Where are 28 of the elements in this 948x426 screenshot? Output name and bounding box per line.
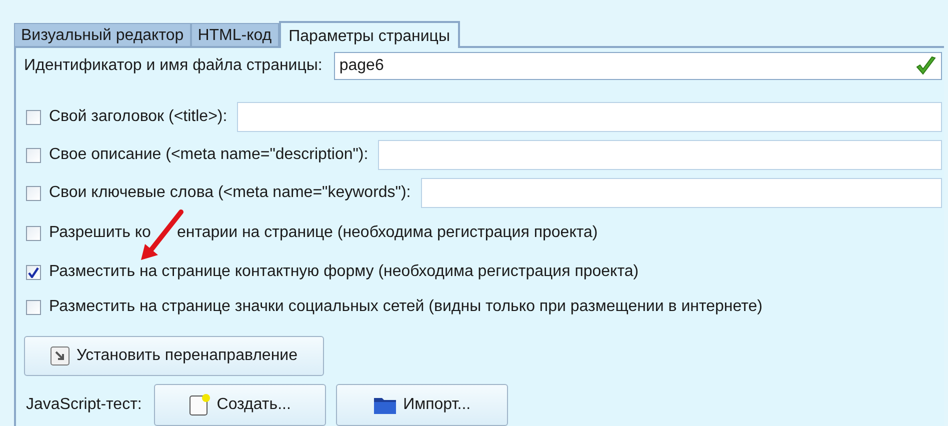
checkbox-label: Свое описание (<meta name="description"): <box>49 145 368 166</box>
checkbox[interactable] <box>26 226 41 241</box>
checkbox-label: Разместить на странице контактную форму (необходима регистрация проекта) <box>49 262 639 282</box>
checkbox-label: Разрешить ко <box>49 223 151 244</box>
folder-icon <box>373 395 398 415</box>
import-button[interactable]: Импорт... <box>336 384 508 426</box>
text-field[interactable] <box>378 140 942 170</box>
checkbox[interactable] <box>26 186 41 201</box>
tab[interactable]: Визуальный редактор <box>14 23 191 46</box>
id-field[interactable]: page6 <box>334 52 942 80</box>
checkbox-label: Свой заголовок (<title>): <box>49 107 228 128</box>
checkbox-label: Свои ключевые слова (<meta name="keywords"): <box>49 183 411 204</box>
field-label: Идентификатор и имя файла страницы: <box>24 56 322 76</box>
tab[interactable]: Параметры страницы <box>278 21 460 48</box>
text-field[interactable] <box>237 102 942 132</box>
checkbox[interactable] <box>26 148 41 163</box>
checkbox-label: Разместить на странице значки социальных сетей (видны только при размещении в интернете) <box>49 297 762 318</box>
create-button[interactable]: Создать... <box>154 384 326 426</box>
redirect-button[interactable]: Установить перенаправление <box>24 336 324 376</box>
checkbox-label: ентарии на странице (необходима регистрация проекта) <box>176 223 598 244</box>
field-label: JavaScript-тест: <box>26 395 142 415</box>
checkbox[interactable] <box>26 300 41 315</box>
redirect-icon <box>50 346 70 366</box>
new-file-icon <box>188 394 211 416</box>
tab[interactable]: HTML-код <box>190 23 279 46</box>
text-field[interactable] <box>420 178 942 208</box>
checkbox[interactable] <box>26 110 41 125</box>
checkbox[interactable] <box>26 264 41 280</box>
